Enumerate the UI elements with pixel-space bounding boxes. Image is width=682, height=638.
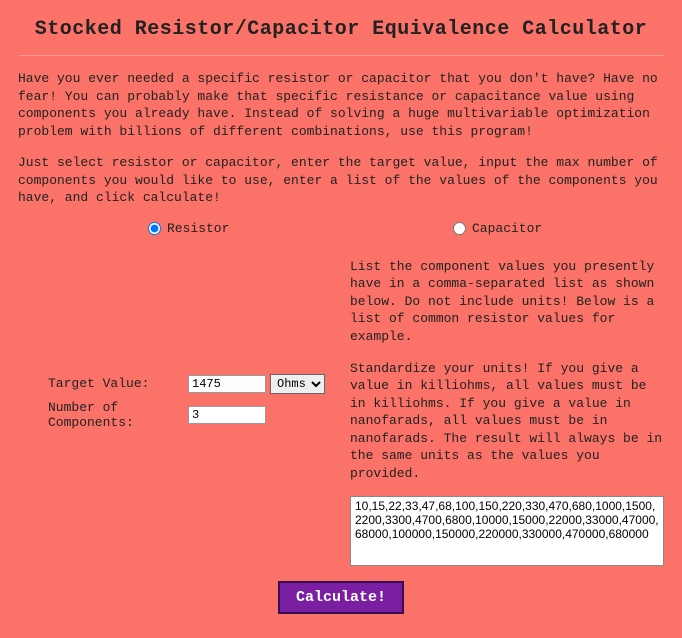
instructions-units: Standardize your units! If you give a va… — [350, 360, 664, 483]
target-value-input[interactable] — [188, 375, 266, 393]
radio-capacitor[interactable]: Capacitor — [453, 221, 542, 236]
num-components-input[interactable] — [188, 406, 266, 424]
radio-resistor[interactable]: Resistor — [148, 221, 229, 236]
radio-capacitor-input[interactable] — [453, 222, 466, 235]
intro-paragraph-1: Have you ever needed a specific resistor… — [18, 70, 664, 140]
num-components-label: Number of Components: — [18, 400, 188, 430]
divider — [18, 55, 664, 56]
radio-capacitor-label: Capacitor — [472, 221, 542, 236]
page-title: Stocked Resistor/Capacitor Equivalence C… — [18, 18, 664, 41]
radio-resistor-label: Resistor — [167, 221, 229, 236]
calculate-button[interactable]: Calculate! — [278, 581, 404, 614]
component-values-textarea[interactable] — [350, 496, 664, 566]
intro-paragraph-2: Just select resistor or capacitor, enter… — [18, 154, 664, 207]
radio-resistor-input[interactable] — [148, 222, 161, 235]
unit-select[interactable]: Ohms — [270, 374, 325, 394]
target-value-label: Target Value: — [18, 376, 188, 391]
instructions-list-values: List the component values you presently … — [350, 258, 664, 346]
